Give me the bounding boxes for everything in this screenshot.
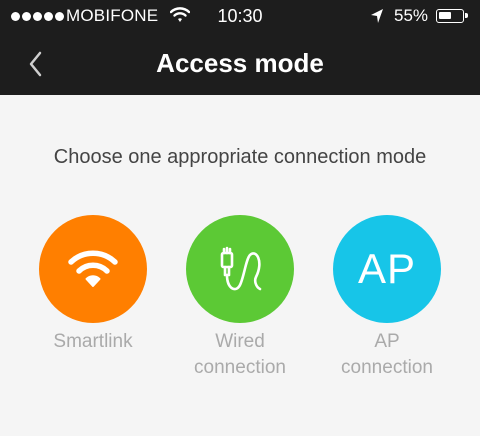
ap-circle[interactable]: AP bbox=[333, 215, 441, 323]
wired-connection-option[interactable]: Wired connection bbox=[165, 215, 315, 381]
location-arrow-icon bbox=[370, 8, 384, 29]
navigation-bar: Access mode bbox=[0, 34, 480, 95]
instruction-text: Choose one appropriate connection mode bbox=[53, 146, 427, 168]
battery-percentage: 55% bbox=[394, 6, 429, 25]
smartlink-circle[interactable] bbox=[39, 215, 147, 323]
top-bar: MOBIFONE 10:30 55% Access mode bbox=[0, 0, 480, 95]
page-title: Access mode bbox=[156, 48, 324, 78]
status-bar: MOBIFONE 10:30 55% bbox=[0, 0, 480, 34]
ap-icon-text: AP bbox=[357, 245, 417, 292]
cable-icon bbox=[220, 246, 262, 291]
wired-label: Wired connection bbox=[194, 331, 286, 378]
battery-icon bbox=[436, 9, 468, 23]
smartlink-label: Smartlink bbox=[53, 331, 133, 352]
ap-connection-option[interactable]: AP AP connection bbox=[312, 215, 462, 381]
ap-label: AP connection bbox=[341, 331, 433, 378]
wired-circle[interactable] bbox=[186, 215, 294, 323]
smartlink-option[interactable]: Smartlink bbox=[18, 215, 168, 355]
wifi-icon bbox=[68, 250, 118, 287]
